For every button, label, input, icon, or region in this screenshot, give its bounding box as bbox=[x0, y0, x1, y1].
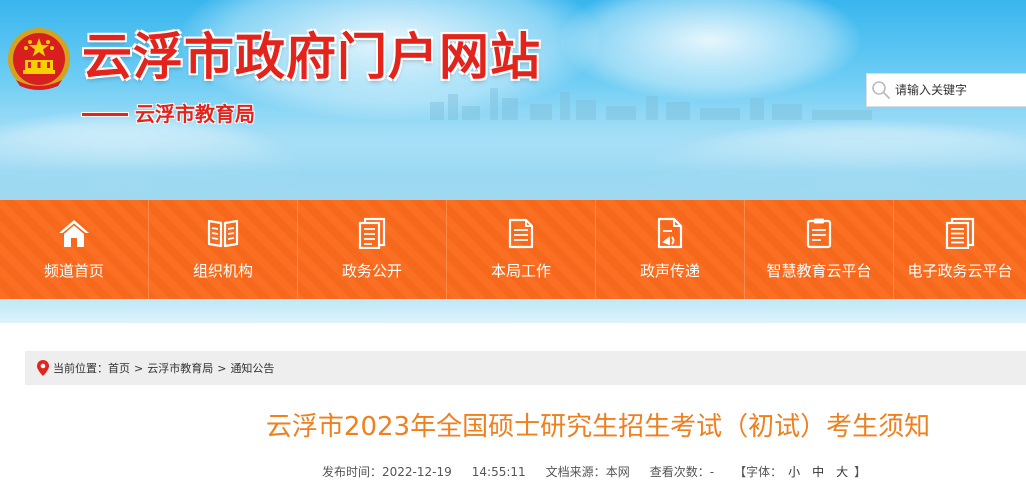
search-icon[interactable] bbox=[867, 73, 895, 107]
home-icon bbox=[57, 216, 91, 250]
publish-date: 2022-12-19 bbox=[382, 465, 452, 479]
nav-label: 政声传递 bbox=[639, 262, 700, 280]
views-label: 查看次数： bbox=[649, 465, 710, 479]
breadcrumb-prefix: 当前位置： bbox=[53, 362, 108, 375]
header-banner: 云浮市政府门户网站 云浮市教育局 bbox=[0, 0, 1026, 200]
search-box bbox=[866, 73, 1026, 107]
nav-label: 本局工作 bbox=[490, 262, 551, 280]
font-size-medium-button[interactable]: 中 bbox=[812, 463, 824, 481]
nav-label: 频道首页 bbox=[43, 262, 104, 280]
nav-item-organization[interactable]: 组织机构 bbox=[149, 200, 298, 299]
breadcrumb-separator: > bbox=[217, 361, 227, 375]
clipboard-icon bbox=[802, 216, 836, 250]
font-size-label: 【字体： bbox=[734, 465, 783, 479]
nav-label: 组织机构 bbox=[192, 262, 253, 280]
font-size-large-button[interactable]: 大 bbox=[836, 463, 848, 481]
publish-time: 14:55:11 bbox=[471, 465, 526, 479]
nav-item-bureau-work[interactable]: 本局工作 bbox=[447, 200, 596, 299]
site-title[interactable]: 云浮市政府门户网站 bbox=[82, 26, 541, 88]
search-input[interactable] bbox=[895, 75, 1015, 105]
nav-item-smart-education-cloud[interactable]: 智慧教育云平台 bbox=[745, 200, 894, 299]
font-size-close: 】 bbox=[854, 465, 867, 479]
subtitle-dash bbox=[82, 113, 128, 116]
department-subtitle[interactable]: 云浮市教育局 bbox=[135, 100, 255, 128]
file-broadcast-icon bbox=[653, 216, 687, 250]
article-title: 云浮市2023年全国硕士研究生招生考试（初试）考生须知 bbox=[265, 412, 931, 442]
nav-item-government-affairs[interactable]: 政务公开 bbox=[298, 200, 447, 299]
nav-label: 智慧教育云平台 bbox=[766, 262, 872, 280]
book-icon bbox=[206, 216, 240, 250]
national-emblem-icon bbox=[8, 28, 70, 90]
nav-label: 政务公开 bbox=[341, 262, 402, 280]
main-nav: 频道首页 组织机构 政务公开 本局工作 政声传递 智慧教育云平台 电子政务云平台 bbox=[0, 200, 1026, 299]
list-document-icon bbox=[943, 216, 977, 250]
location-pin-icon bbox=[33, 351, 53, 385]
breadcrumb: 当前位置： 首页 > 云浮市教育局 > 通知公告 bbox=[25, 351, 1026, 385]
source-label: 文档来源： bbox=[545, 465, 606, 479]
nav-item-government-voice[interactable]: 政声传递 bbox=[596, 200, 745, 299]
nav-item-home[interactable]: 频道首页 bbox=[0, 200, 149, 299]
breadcrumb-link-bureau[interactable]: 云浮市教育局 bbox=[147, 360, 213, 376]
breadcrumb-link-home[interactable]: 首页 bbox=[108, 360, 130, 376]
document-icon bbox=[355, 216, 389, 250]
breadcrumb-link-notices[interactable]: 通知公告 bbox=[230, 360, 274, 376]
notepad-icon bbox=[504, 216, 538, 250]
breadcrumb-separator: > bbox=[134, 361, 144, 375]
source-value: 本网 bbox=[605, 465, 630, 479]
publish-label: 发布时间： bbox=[322, 465, 383, 479]
nav-label: 电子政务云平台 bbox=[907, 262, 1013, 280]
article-meta: 发布时间： 2022-12-19 14:55:11 文档来源： 本网 查看次数：… bbox=[322, 463, 866, 481]
nav-bottom-strip bbox=[0, 299, 1026, 323]
nav-item-e-government-cloud[interactable]: 电子政务云平台 bbox=[894, 200, 1026, 299]
font-size-small-button[interactable]: 小 bbox=[788, 463, 800, 481]
